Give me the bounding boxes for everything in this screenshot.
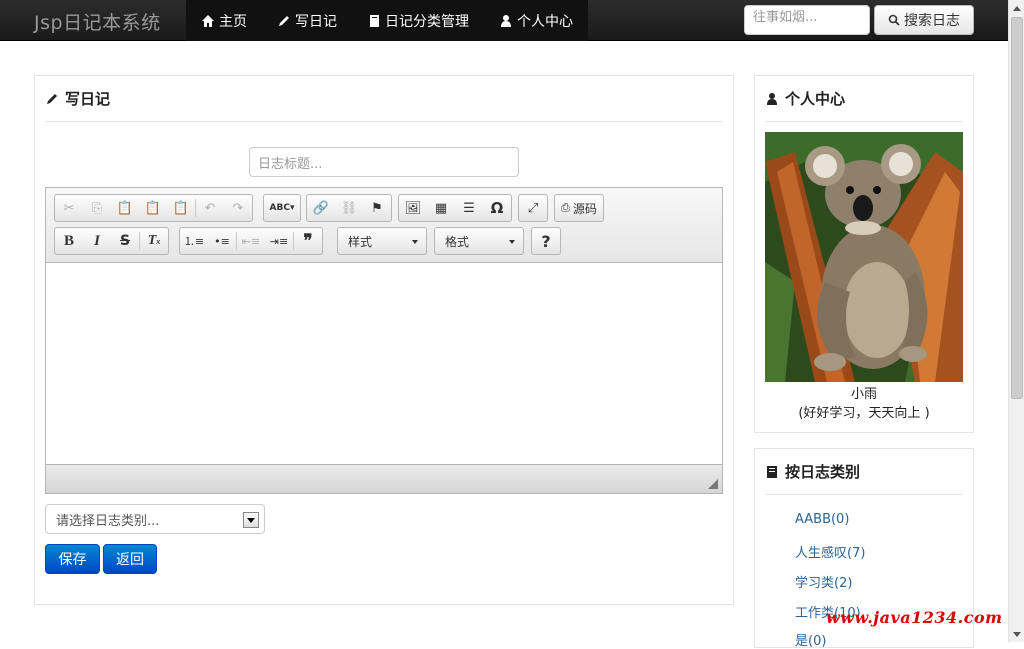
save-button[interactable]: 保存 bbox=[45, 544, 100, 574]
resize-handle-icon[interactable] bbox=[708, 479, 718, 489]
rich-text-editor: ✂ ⎘ 📋 📋 📋 ↶ ↷ ABC▾ 🔗 ⛓ ⚑ 🖼 ▦ ☰ Ω ⤢ ⎙ 源码 … bbox=[45, 187, 723, 494]
source-button[interactable]: 源码 bbox=[573, 200, 597, 217]
nav-item-home[interactable]: 主页 bbox=[186, 0, 262, 41]
nav-item-label: 主页 bbox=[219, 13, 247, 30]
nav-item-personal-center[interactable]: 个人中心 bbox=[484, 0, 588, 41]
horizontal-rule-icon[interactable]: ☰ bbox=[455, 195, 483, 221]
maximize-icon[interactable]: ⤢ bbox=[519, 195, 547, 221]
spellcheck-icon[interactable]: ABC▾ bbox=[264, 195, 300, 221]
user-icon bbox=[767, 92, 777, 105]
spellcheck-group: ABC▾ bbox=[263, 194, 301, 222]
scroll-down-arrow[interactable] bbox=[1009, 626, 1024, 642]
maximize-group: ⤢ bbox=[518, 194, 548, 222]
chevron-down-icon bbox=[412, 240, 418, 244]
paste-word-icon[interactable]: 📋 bbox=[167, 195, 195, 221]
undo-icon[interactable]: ↶ bbox=[196, 195, 224, 221]
panel-heading: 写日记 bbox=[45, 76, 723, 122]
nav-item-label: 日记分类管理 bbox=[385, 13, 469, 30]
scroll-up-arrow[interactable] bbox=[1009, 0, 1024, 16]
panel-heading: 按日志类别 bbox=[765, 449, 963, 495]
remove-format-icon[interactable]: Tx bbox=[140, 228, 168, 254]
search-button[interactable]: 搜索日志 bbox=[874, 5, 974, 35]
help-group: ? bbox=[531, 227, 561, 255]
numbered-list-icon[interactable]: ⒈≡ bbox=[180, 228, 208, 254]
basic-style-group: B I S Tx bbox=[54, 227, 169, 255]
book-icon bbox=[767, 465, 777, 478]
save-button-label: 保存 bbox=[58, 552, 87, 568]
link-icon[interactable]: 🔗 bbox=[307, 195, 335, 221]
pencil-icon bbox=[47, 93, 57, 104]
chevron-down-icon bbox=[509, 240, 515, 244]
watermark-text: www.java1234.com bbox=[826, 608, 1003, 627]
help-icon[interactable]: ? bbox=[532, 228, 560, 254]
redo-icon[interactable]: ↷ bbox=[224, 195, 252, 221]
editor-content-area[interactable] bbox=[46, 263, 722, 464]
outdent-icon[interactable]: ⇤≡ bbox=[237, 228, 265, 254]
page-scrollbar[interactable] bbox=[1008, 0, 1024, 642]
bold-icon[interactable]: B bbox=[55, 228, 83, 254]
styles-dropdown-label: 样式 bbox=[348, 234, 373, 249]
back-button-label: 返回 bbox=[116, 552, 144, 568]
panel-title: 个人中心 bbox=[785, 90, 846, 108]
book-icon bbox=[370, 14, 379, 27]
avatar bbox=[765, 132, 963, 382]
paragraph-group: ⒈≡ •≡ ⇤≡ ⇥≡ ❞ bbox=[179, 227, 323, 255]
search-input[interactable]: 往事如烟... bbox=[744, 5, 870, 35]
diary-category-select[interactable]: 请选择日志类别... bbox=[45, 504, 265, 534]
source-icon: ⎙ bbox=[561, 201, 570, 214]
panel-heading: 个人中心 bbox=[765, 76, 963, 122]
search-placeholder: 往事如烟... bbox=[753, 10, 818, 25]
main-nav: 主页 写日记 日记分类管理 个人中心 bbox=[186, 0, 588, 41]
pencil-icon bbox=[279, 15, 289, 26]
unlink-icon[interactable]: ⛓ bbox=[335, 195, 363, 221]
editor-footer bbox=[46, 464, 722, 493]
category-link[interactable]: 是(0) bbox=[795, 630, 826, 649]
image-icon[interactable]: 🖼 bbox=[399, 195, 427, 221]
strike-icon[interactable]: S bbox=[111, 228, 139, 254]
paste-icon[interactable]: 📋 bbox=[111, 195, 139, 221]
category-select-value: 请选择日志类别... bbox=[56, 513, 160, 529]
panel-title: 按日志类别 bbox=[785, 463, 861, 481]
user-icon bbox=[501, 14, 511, 27]
table-icon[interactable]: ▦ bbox=[427, 195, 455, 221]
category-link[interactable]: 学习类(2) bbox=[795, 572, 852, 591]
special-char-icon[interactable]: Ω bbox=[483, 195, 511, 221]
paste-text-icon[interactable]: 📋 bbox=[139, 195, 167, 221]
brand-title[interactable]: Jsp日记本系统 bbox=[34, 8, 161, 35]
nav-item-write-diary[interactable]: 写日记 bbox=[262, 0, 352, 41]
insert-group: 🖼 ▦ ☰ Ω bbox=[398, 194, 512, 222]
copy-icon[interactable]: ⎘ bbox=[83, 195, 111, 221]
bulleted-list-icon[interactable]: •≡ bbox=[208, 228, 236, 254]
scroll-thumb[interactable] bbox=[1011, 17, 1023, 399]
diary-title-input[interactable]: 日志标题... bbox=[249, 147, 519, 177]
italic-icon[interactable]: I bbox=[83, 228, 111, 254]
category-link[interactable]: AABB(0) bbox=[795, 512, 849, 527]
link-group: 🔗 ⛓ ⚑ bbox=[306, 194, 392, 222]
nav-item-label: 个人中心 bbox=[517, 13, 573, 30]
top-navbar: Jsp日记本系统 主页 写日记 日记分类管理 个人中心 往事如烟... 搜索日志 bbox=[0, 0, 1008, 41]
search-icon bbox=[888, 14, 900, 26]
source-group: ⎙ 源码 bbox=[554, 194, 604, 222]
format-dropdown[interactable]: 格式 bbox=[434, 227, 524, 255]
clipboard-group: ✂ ⎘ 📋 📋 📋 ↶ ↷ bbox=[54, 194, 253, 222]
editor-toolbar: ✂ ⎘ 📋 📋 📋 ↶ ↷ ABC▾ 🔗 ⛓ ⚑ 🖼 ▦ ☰ Ω ⤢ ⎙ 源码 … bbox=[46, 188, 722, 263]
indent-icon[interactable]: ⇥≡ bbox=[265, 228, 293, 254]
nav-item-label: 写日记 bbox=[295, 13, 337, 30]
back-button[interactable]: 返回 bbox=[103, 544, 157, 574]
home-icon bbox=[202, 14, 214, 27]
format-dropdown-label: 格式 bbox=[445, 234, 470, 249]
user-name: 小雨 bbox=[850, 387, 877, 402]
search-button-label: 搜索日志 bbox=[904, 13, 960, 29]
panel-title: 写日记 bbox=[65, 90, 111, 108]
category-link[interactable]: 人生感叹(7) bbox=[795, 542, 865, 561]
anchor-flag-icon[interactable]: ⚑ bbox=[363, 195, 391, 221]
title-placeholder: 日志标题... bbox=[258, 156, 323, 172]
nav-item-category-manage[interactable]: 日记分类管理 bbox=[352, 0, 484, 41]
user-motto: (好好学习，天天向上 ) bbox=[798, 406, 930, 421]
styles-dropdown[interactable]: 样式 bbox=[337, 227, 427, 255]
chevron-down-icon[interactable] bbox=[243, 512, 259, 528]
blockquote-icon[interactable]: ❞ bbox=[294, 228, 322, 254]
cut-icon[interactable]: ✂ bbox=[55, 195, 83, 221]
